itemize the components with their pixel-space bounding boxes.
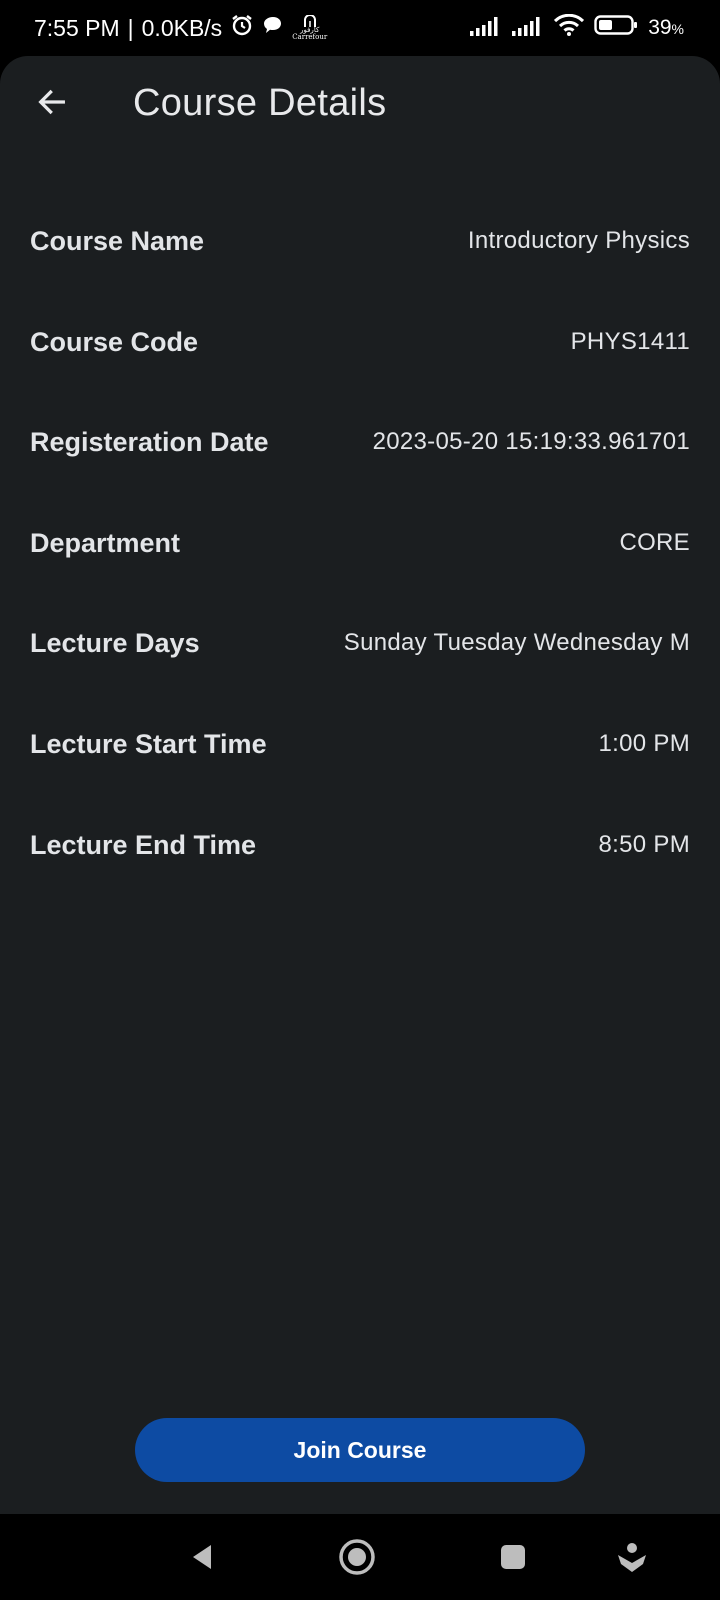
detail-value: 1:00 PM (598, 730, 690, 757)
detail-row-lecture-end-time: Lecture End Time 8:50 PM (30, 815, 690, 875)
clock: 7:55 PM (34, 14, 120, 41)
nav-recents-button[interactable] (488, 1532, 538, 1582)
page-title: Course Details (133, 82, 387, 124)
detail-label: Lecture Days (30, 627, 200, 658)
detail-label: Course Name (30, 225, 205, 256)
detail-value: CORE (619, 529, 690, 556)
detail-label: Registeration Date (30, 426, 269, 457)
network-speed: 0.0KB/s (141, 14, 223, 41)
detail-row-registration-date: Registeration Date 2023-05-20 15:19:33.9… (30, 412, 690, 472)
detail-row-lecture-days: Lecture Days Sunday Tuesday Wednesday M (30, 613, 690, 673)
back-button[interactable] (24, 74, 80, 130)
status-bar: 7:55 PM | 0.0KB/s كارفور Carrefour 39% (0, 0, 720, 56)
detail-value: Introductory Physics (467, 227, 690, 254)
status-right: 39% (470, 13, 684, 42)
square-recents-icon (501, 1545, 525, 1569)
detail-value: Sunday Tuesday Wednesday M (343, 629, 690, 656)
arrow-left-icon (38, 89, 65, 115)
battery-value: 39 (648, 16, 672, 39)
assistant-icon (618, 1543, 646, 1572)
battery-icon (594, 14, 638, 42)
nav-assistant-button[interactable] (607, 1532, 657, 1582)
battery-percentage: 39% (648, 16, 684, 40)
detail-value: PHYS1411 (570, 328, 690, 355)
nav-home-button[interactable] (332, 1532, 382, 1582)
alarm-clock-icon (230, 13, 254, 43)
detail-row-course-name: Course Name Introductory Physics (30, 211, 690, 271)
nav-back-button[interactable] (177, 1532, 227, 1582)
status-left: 7:55 PM | 0.0KB/s كارفور Carrefour (34, 13, 327, 43)
circle-home-icon (339, 1539, 375, 1575)
brand-latin: Carrefour (292, 33, 328, 41)
battery-unit: % (671, 21, 684, 37)
detail-label: Lecture End Time (30, 829, 257, 860)
carrefour-notification-icon: كارفور Carrefour (292, 15, 327, 41)
detail-label: Department (30, 527, 181, 558)
wifi-icon (554, 13, 585, 42)
status-separator: | (127, 14, 134, 41)
detail-label: Course Code (30, 326, 199, 357)
chat-bubble-icon (262, 14, 284, 42)
detail-row-lecture-start-time: Lecture Start Time 1:00 PM (30, 714, 690, 774)
signal-bars-icon (470, 15, 502, 42)
detail-value: 2023-05-20 15:19:33.961701 (372, 428, 690, 455)
detail-row-course-code: Course Code PHYS1411 (30, 312, 690, 372)
detail-label: Lecture Start Time (30, 728, 267, 759)
join-course-button[interactable]: Join Course (135, 1418, 585, 1482)
app-bar: Course Details (0, 56, 720, 156)
course-details-screen: Course Details Course Name Introductory … (0, 56, 720, 1514)
detail-row-department: Department CORE (30, 513, 690, 573)
detail-value: 8:50 PM (598, 831, 690, 858)
signal-bars-icon (512, 15, 544, 42)
triangle-back-icon (193, 1545, 211, 1569)
system-navigation-bar (0, 1514, 720, 1600)
